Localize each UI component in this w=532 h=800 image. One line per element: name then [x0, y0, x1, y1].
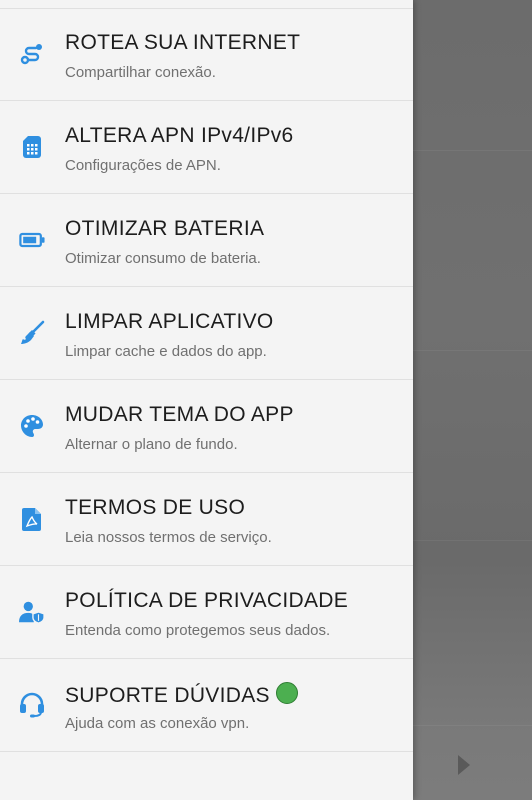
menu-item-theme[interactable]: MUDAR TEMA DO APP Alternar o plano de fu… [0, 381, 413, 473]
menu-item-subtitle: Ajuda com as conexão vpn. [65, 715, 250, 732]
menu-item-title: TERMOS DE USO [65, 496, 246, 519]
pdf-document-icon [19, 506, 45, 532]
menu-item-subtitle: Limpar cache e dados do app. [65, 343, 267, 360]
menu-item-title: SUPORTE DÚVIDAS [65, 682, 298, 708]
menu-item-title-text: SUPORTE DÚVIDAS [65, 684, 270, 707]
headset-icon [19, 692, 45, 718]
menu-item-privacy[interactable]: POLÍTICA DE PRIVACIDADE Entenda como pro… [0, 567, 413, 659]
sim-card-icon [19, 134, 45, 160]
menu-item-title: POLÍTICA DE PRIVACIDADE [65, 589, 349, 612]
menu-item-battery[interactable]: OTIMIZAR BATERIA Otimizar consumo de bat… [0, 195, 413, 287]
user-shield-icon [19, 599, 45, 625]
menu-item-title: MUDAR TEMA DO APP [65, 403, 294, 426]
menu-item-support[interactable]: SUPORTE DÚVIDAS Ajuda com as conexão vpn… [0, 660, 413, 752]
menu-item-tethering[interactable]: ROTEA SUA INTERNET Compartilhar conexão. [0, 9, 413, 101]
navigation-drawer: ROTEA SUA INTERNET Compartilhar conexão.… [0, 0, 413, 800]
menu-item-title: ALTERA APN IPv4/IPv6 [65, 124, 294, 147]
menu-item-title: ROTEA SUA INTERNET [65, 31, 301, 54]
menu-item-subtitle: Alternar o plano de fundo. [65, 436, 238, 453]
menu-item-subtitle: Compartilhar conexão. [65, 64, 216, 81]
menu-item-subtitle: Leia nossos termos de serviço. [65, 529, 272, 546]
scrim-overlay[interactable] [413, 0, 532, 800]
menu-item-apn[interactable]: ALTERA APN IPv4/IPv6 Configurações de AP… [0, 102, 413, 194]
menu-item-subtitle: Configurações de APN. [65, 157, 221, 174]
broom-icon [19, 320, 45, 346]
palette-icon [19, 413, 45, 439]
menu-item-clean[interactable]: LIMPAR APLICATIVO Limpar cache e dados d… [0, 288, 413, 380]
green-circle-icon [275, 682, 298, 704]
menu-item-title: LIMPAR APLICATIVO [65, 310, 274, 333]
menu-item-title: OTIMIZAR BATERIA [65, 217, 265, 240]
menu-item-subtitle: Otimizar consumo de bateria. [65, 250, 261, 267]
menu-item-terms[interactable]: TERMOS DE USO Leia nossos termos de serv… [0, 474, 413, 566]
play-icon [458, 755, 470, 775]
route-icon [19, 41, 45, 67]
battery-icon [19, 227, 45, 253]
menu-item-subtitle: Entenda como protegemos seus dados. [65, 622, 331, 639]
